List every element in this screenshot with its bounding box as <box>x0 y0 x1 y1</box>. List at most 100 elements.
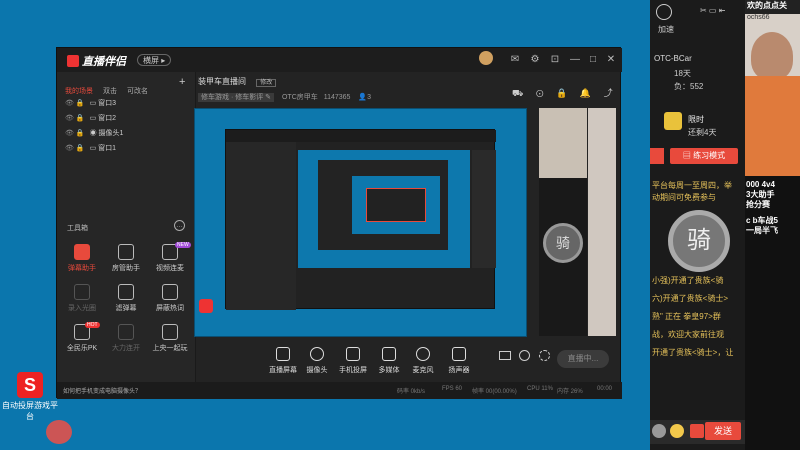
tool-record-ring[interactable]: 录入光圈 <box>61 284 103 313</box>
close-icon[interactable]: ✕ <box>605 54 617 65</box>
desktop-icon-game-platform[interactable]: S 自动投屏游戏平台 <box>0 372 60 422</box>
chat-line: 动期间可免费参与 <box>652 193 716 202</box>
maximize-icon[interactable]: □ <box>587 54 599 65</box>
chat-line: 熟" 正在 拳皇97>群 <box>652 312 721 321</box>
room-title: 装甲车直播间 <box>198 77 246 86</box>
button-label: 直播屏幕 <box>269 367 297 374</box>
nested-preview-4 <box>366 188 426 222</box>
lock-icon[interactable]: 🔒 <box>556 88 567 98</box>
tool-play-together[interactable]: 上央一起玩 <box>149 324 191 353</box>
tool-big-link[interactable]: 大力连开 <box>105 324 147 353</box>
chat-line: 战，欢迎大家前往观 <box>652 330 724 339</box>
layer-row[interactable]: 👁 🔒 ▭ 窗口2 <box>65 113 116 123</box>
shield-icon <box>162 284 178 300</box>
tool-filter-danmu[interactable]: 滤弹幕 <box>105 284 147 313</box>
tool-video-link[interactable]: 视频连麦 <box>149 244 191 273</box>
panel-tools[interactable]: ✂ ▭ ⇤ <box>700 6 725 15</box>
left-red-button[interactable] <box>650 148 664 164</box>
desktop-avatar-icon[interactable] <box>46 420 72 444</box>
emoji-icon[interactable] <box>670 424 684 438</box>
add-scene-button[interactable]: + <box>179 76 185 88</box>
room-edit-button[interactable]: 修改 <box>256 79 277 87</box>
speed-icon[interactable] <box>656 4 672 20</box>
practice-mode-button[interactable]: ▤ 练习模式 <box>670 148 738 164</box>
stream-preview[interactable] <box>194 108 527 337</box>
layer-label: 窗口1 <box>98 145 117 152</box>
nested-chat <box>472 150 496 268</box>
tool-label: 弹幕助手 <box>68 265 96 272</box>
room-tags[interactable]: 修车游戏 · 修车影评 ✎ <box>198 93 275 102</box>
gear-icon[interactable] <box>539 350 550 361</box>
share-icon[interactable]: ⤴ <box>604 88 613 98</box>
tab-rename[interactable]: 可改名 <box>127 88 148 95</box>
nested-preview-window <box>225 129 496 310</box>
app-logo: 直播伴侣 <box>67 53 126 69</box>
layer-type-icon: ◉ <box>89 130 97 137</box>
hot-badge: HOT <box>85 322 100 328</box>
settings-icon[interactable]: ⚙ <box>529 54 541 65</box>
phone-cast-button[interactable]: 手机投屏 <box>333 347 373 375</box>
user-avatar[interactable] <box>479 51 493 65</box>
camera-button[interactable]: 摄像头 <box>297 347 337 375</box>
scene-sidebar: 我的场景 双击 可改名 + 👁 🔒 ▭ 窗口3 👁 🔒 ▭ 窗口2 👁 🔒 ◉ 摄像头1 … <box>57 72 196 399</box>
nested-preview <box>298 150 470 268</box>
button-label: 多媒体 <box>378 367 400 374</box>
eye-icon[interactable] <box>519 350 530 361</box>
room-manager-icon <box>118 244 134 260</box>
chat-line: 开通了贵族<骑士>，让 <box>652 348 734 357</box>
nested-sidebar <box>226 142 296 310</box>
tool-label: 大力连开 <box>112 345 140 352</box>
go-live-button[interactable]: 直播中... <box>557 350 609 368</box>
desktop-icon-label: 自动投屏游戏平台 <box>2 401 58 421</box>
send-button[interactable]: 发送 <box>705 422 741 440</box>
button-label: 麦克风 <box>412 367 434 374</box>
play-icon <box>382 347 396 361</box>
streamer-id: OTC-BCar <box>654 54 692 63</box>
filter-icon <box>118 284 134 300</box>
speed-label: 加速 <box>658 25 674 34</box>
avatar[interactable] <box>652 424 666 438</box>
screen-icon[interactable]: ⊡ <box>549 54 561 65</box>
nested-preview-3 <box>352 176 440 234</box>
mode-pill[interactable]: 横屏 ▸ <box>137 54 172 66</box>
message-icon[interactable]: ✉ <box>509 54 521 65</box>
microphone-button[interactable]: 麦克风 <box>403 347 443 375</box>
tab-double-click[interactable]: 双击 <box>103 88 117 95</box>
days-label: 18天 <box>674 69 691 78</box>
phone-icon <box>346 347 360 361</box>
tab-my-scenes[interactable]: 我的场景 <box>65 88 93 95</box>
layer-row[interactable]: 👁 🔒 ▭ 窗口3 <box>65 98 116 108</box>
mic-icon <box>416 347 430 361</box>
more-tools-icon[interactable]: … <box>174 220 185 231</box>
help-tip[interactable]: 如何把手机变成电脑摄像头？ <box>63 386 141 395</box>
tool-label: 上央一起玩 <box>152 345 188 352</box>
record-icon[interactable]: ⊙ <box>536 88 544 98</box>
gift-small-icon[interactable] <box>690 424 704 438</box>
knight-badge-icon: 骑 <box>543 223 583 263</box>
status-time: 00:00 <box>597 386 613 392</box>
video-icon[interactable] <box>499 351 511 360</box>
status-fps: FPS 60 <box>442 386 463 392</box>
practice-icon: ▤ <box>682 151 694 160</box>
layer-row[interactable]: 👁 🔒 ◉ 摄像头1 <box>65 128 123 138</box>
chat-notice: 平台每周一至周四，举 动期间可免费参与 <box>652 180 744 204</box>
minimize-icon[interactable]: — <box>569 54 581 65</box>
speaker-button[interactable]: 扬声器 <box>439 347 479 375</box>
tool-block-words[interactable]: 屏蔽热词 <box>149 284 191 313</box>
tool-pk[interactable]: 全民乐PK <box>61 324 103 353</box>
streamer-user: ochs66 <box>747 14 770 21</box>
tool-label: 录入光圈 <box>68 305 96 312</box>
layer-label: 摄像头1 <box>98 130 124 137</box>
status-bitrate: 码率 0kb/s <box>397 389 426 395</box>
status-memory: 内存 26% <box>557 389 583 395</box>
nested-title-bar <box>226 130 496 142</box>
title-bar: 直播伴侣 横屏 ▸ ✉ ⚙ ⊡ — □ ✕ <box>57 48 622 72</box>
layer-type-icon: ▭ <box>89 145 97 152</box>
layer-type-icon: ▭ <box>89 100 97 107</box>
notify-icon[interactable]: 🔔 <box>580 88 591 98</box>
car-icon[interactable]: ⛟ <box>512 88 523 98</box>
status-cpu: CPU 11% <box>527 386 553 392</box>
tool-danmu-assistant[interactable]: 弹幕助手 <box>61 244 103 273</box>
layer-row[interactable]: 👁 🔒 ▭ 窗口1 <box>65 143 116 153</box>
tool-room-manager[interactable]: 房管助手 <box>105 244 147 273</box>
